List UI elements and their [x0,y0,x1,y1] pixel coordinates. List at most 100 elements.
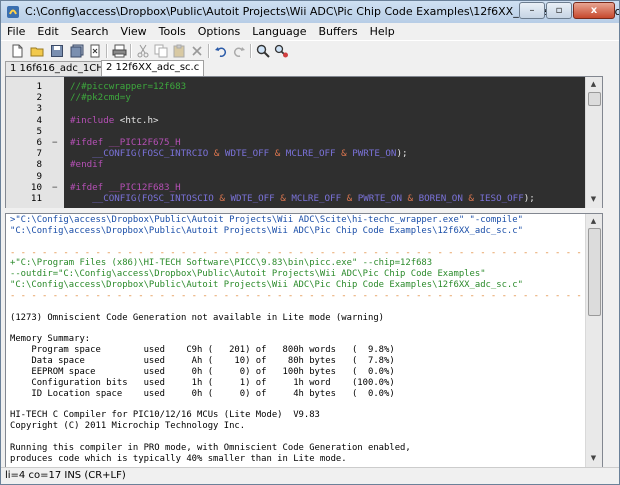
menu-language[interactable]: Language [246,23,312,40]
scroll-up-arrow-icon[interactable]: ▲ [588,216,599,227]
code-line[interactable]: 8 #endif [6,159,602,170]
code-line[interactable]: 7 __CONFIG(FOSC_INTRCIO & WDTE_OFF & MCL… [6,148,602,159]
code-token: //#piccwrapper=12f683 [70,81,187,92]
editor-scroll-thumb[interactable] [588,92,601,106]
code-line[interactable]: 6− #ifdef __PIC12F675_H [6,137,602,148]
line-number: 5 [36,125,42,137]
output-line: Program space used C9h ( 201) of 800h wo… [10,345,395,356]
code-token: __CONFIG( [70,193,142,204]
replace-icon[interactable] [273,43,289,59]
print-icon[interactable] [111,43,127,59]
tab-12f6xx-adc[interactable]: 2 12f6XX_adc_sc.c [101,60,205,77]
code-token: BOREN_ON [418,193,463,204]
toolbar [1,40,619,61]
code-text: #ifdef __PIC12F675_H [70,137,181,148]
code-line[interactable]: 11 __CONFIG(FOSC_INTOSCIO & WDTE_OFF & M… [6,193,602,204]
code-token: & [269,148,286,160]
delete-icon[interactable] [189,43,205,59]
window-controls: – ▫ x [518,2,615,20]
code-token: & [402,193,419,204]
code-text: __CONFIG(FOSC_INTRCIO & WDTE_OFF & MCLRE… [70,148,408,160]
menu-view[interactable]: View [115,23,153,40]
output-line: produces code which is typically 40% sma… [10,453,347,464]
code-token: ); [396,148,408,160]
code-text: //#piccwrapper=12f683 [70,81,186,92]
copy-icon[interactable] [153,43,169,59]
scroll-down-arrow-icon[interactable]: ▼ [588,453,599,464]
paste-icon[interactable] [171,43,187,59]
menu-help[interactable]: Help [364,23,401,40]
code-line[interactable]: 9 [6,171,602,182]
code-text: __CONFIG(FOSC_INTOSCIO & WDTE_OFF & MCLR… [70,193,535,204]
menu-search[interactable]: Search [65,23,115,40]
menu-tools[interactable]: Tools [153,23,192,40]
output-line: >"C:\Config\access\Dropbox\Public\Autoit… [10,215,523,225]
title-bar[interactable]: C:\Config\access\Dropbox\Public\Autoit P… [1,1,619,23]
fold-marker-icon[interactable]: − [52,137,58,148]
close-window-button[interactable]: x [573,2,615,19]
code-token: & [208,148,225,160]
redo-icon[interactable] [231,43,247,59]
output-line: Configuration bits used 1h ( 1) of 1h wo… [10,377,395,388]
status-bar: li=4 co=17 INS (CR+LF) [1,467,619,484]
code-token: IESO_OFF [479,193,524,204]
scroll-down-arrow-icon[interactable]: ▼ [588,194,599,205]
open-folder-icon[interactable] [29,43,45,59]
new-file-icon[interactable] [9,43,25,59]
code-token: #ifdef __PIC12F683_H [70,181,181,193]
code-text: #include <htc.h> [70,115,159,126]
output-line: "C:\Config\access\Dropbox\Public\Autoit … [10,225,523,236]
maximize-button[interactable]: ▫ [546,2,572,19]
minimize-button[interactable]: – [519,2,545,19]
toolbar-separator [250,44,252,58]
output-scroll-thumb[interactable] [588,228,601,316]
code-token: #endif [70,159,104,171]
output-line: (1273) Omniscient Code Generation not av… [10,312,385,323]
output-line: --outdir="C:\Config\access\Dropbox\Publi… [10,269,486,280]
undo-icon[interactable] [213,43,229,59]
code-token: FOSC_INTRCIO [141,148,209,160]
save-all-icon[interactable] [69,43,85,59]
output-line: HI-TECH C Compiler for PIC10/12/16 MCUs … [10,410,320,421]
menu-edit[interactable]: Edit [31,23,64,40]
code-line[interactable]: 10− #ifdef __PIC12F683_H [6,182,602,193]
code-line[interactable]: 1 //#piccwrapper=12f683 [6,81,602,92]
close-icon[interactable] [87,43,103,59]
output-line: ID Location space used 0h ( 0) of 4h byt… [10,388,395,399]
fold-marker-icon[interactable]: − [52,182,58,193]
line-number: 8 [36,159,42,171]
save-icon[interactable] [49,43,65,59]
code-token: PWRTE_ON [352,148,397,160]
line-number: 4 [36,114,42,126]
toolbar-separator [106,44,108,58]
code-token: MCLRE_OFF [285,148,336,160]
code-text: //#pk2cmd=y [70,92,131,103]
line-number: 7 [36,148,42,160]
code-token: & [335,148,353,160]
code-token: PWRTE_ON [357,193,402,204]
code-token: #include [70,114,120,126]
code-token: __CONFIG( [70,148,142,160]
line-number: 11 [30,193,42,204]
scite-app-icon [7,6,19,18]
scroll-up-arrow-icon[interactable]: ▲ [588,79,599,90]
output-line: Running this compiler in PRO mode, with … [10,442,411,453]
code-token: MCLRE_OFF [291,193,342,204]
line-number: 10 [30,181,42,193]
menu-buffers[interactable]: Buffers [313,23,364,40]
line-number: 9 [36,170,42,182]
code-line[interactable]: 2 //#pk2cmd=y [6,92,602,103]
code-line[interactable]: 3 [6,103,602,114]
line-number: 6 [36,137,42,148]
code-editor[interactable]: 1 //#piccwrapper=12f683 2 //#pk2cmd=y 3 4 #inc… [5,76,603,209]
editor-scrollbar[interactable]: ▲ ▼ [585,77,602,208]
cut-icon[interactable] [135,43,151,59]
output-pane[interactable]: >"C:\Config\access\Dropbox\Public\Autoit… [5,213,603,468]
output-scrollbar[interactable]: ▲ ▼ [585,214,602,467]
code-line[interactable]: 5 [6,126,602,137]
code-line[interactable]: 4 #include <htc.h> [6,115,602,126]
find-icon[interactable] [255,43,271,59]
line-number: 1 [36,81,42,92]
menu-options[interactable]: Options [192,23,246,40]
menu-file[interactable]: File [1,23,31,40]
